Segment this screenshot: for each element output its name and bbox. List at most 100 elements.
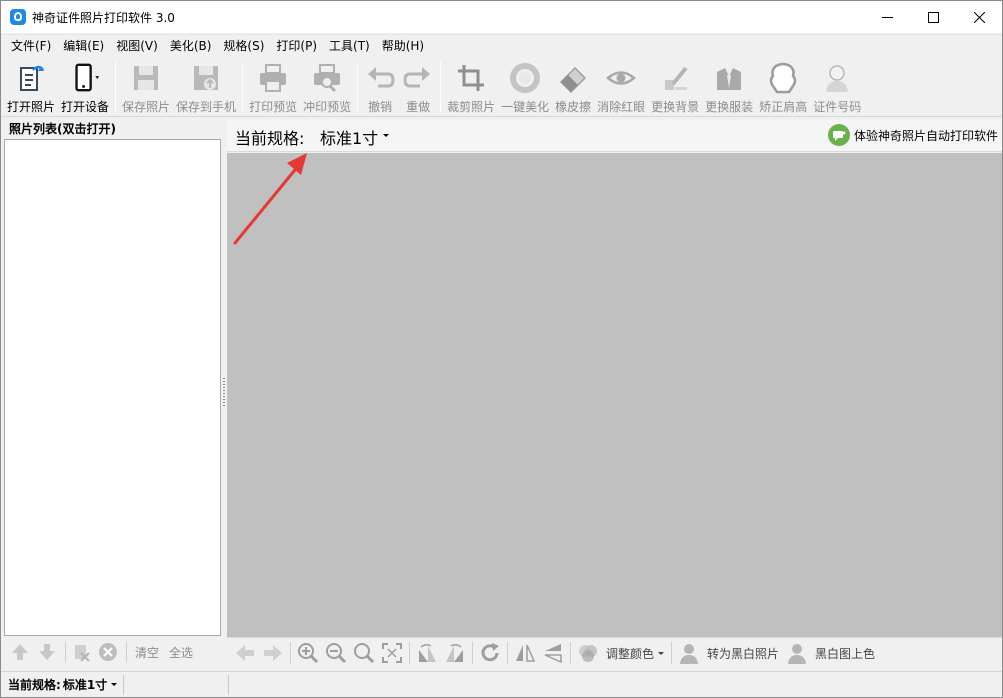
beautify-label: 一键美化 xyxy=(501,100,550,114)
red-eye-label: 消除红眼 xyxy=(597,100,646,114)
save-icon xyxy=(130,62,162,94)
app-window: 神奇证件照片打印软件 3.0 文件(F) 编辑(E) 视图(V) 美化(B) 规… xyxy=(0,0,1003,698)
phone-device-icon xyxy=(69,62,101,94)
rotate-left-button[interactable] xyxy=(415,641,439,665)
status-bar: 当前规格: 标准1寸 xyxy=(1,671,1002,697)
print-preview-button[interactable]: 打印预览 xyxy=(246,58,300,116)
move-up-button[interactable] xyxy=(8,640,32,664)
undo-button[interactable]: 撤销 xyxy=(361,58,399,116)
arrow-down-icon xyxy=(39,644,55,660)
eye-icon xyxy=(605,62,637,94)
menu-help[interactable]: 帮助(H) xyxy=(376,36,430,56)
to-bw-button[interactable]: 转为黑白照片 xyxy=(707,645,779,662)
flip-vertical-button[interactable] xyxy=(541,641,565,665)
rotate-right-button[interactable] xyxy=(443,641,467,665)
shoulder-icon xyxy=(767,62,799,94)
flip-horizontal-button[interactable] xyxy=(513,641,537,665)
select-all-button[interactable]: 全选 xyxy=(169,644,193,661)
menu-view[interactable]: 视图(V) xyxy=(110,36,164,56)
remove-button[interactable] xyxy=(96,640,120,664)
chevron-down-icon[interactable] xyxy=(383,134,389,137)
minimize-button[interactable] xyxy=(864,1,910,33)
flip-vertical-icon xyxy=(544,644,562,664)
next-button[interactable] xyxy=(261,641,285,665)
menu-spec[interactable]: 规格(S) xyxy=(217,36,270,56)
eraser-button[interactable]: 橡皮擦 xyxy=(552,58,594,116)
menu-beautify[interactable]: 美化(B) xyxy=(164,36,218,56)
photo-list-actions: 清空 全选 xyxy=(4,637,221,667)
zoom-in-button[interactable] xyxy=(296,641,320,665)
close-button[interactable] xyxy=(956,1,1002,33)
change-background-button[interactable]: 更换背景 xyxy=(648,58,702,116)
window-title: 神奇证件照片打印软件 3.0 xyxy=(32,10,175,25)
menu-file[interactable]: 文件(F) xyxy=(5,36,57,56)
eraser-icon xyxy=(557,62,589,94)
divider xyxy=(126,641,127,663)
change-background-label: 更换背景 xyxy=(651,100,700,114)
previous-button[interactable] xyxy=(233,641,257,665)
crop-photo-button[interactable]: 裁剪照片 xyxy=(444,58,498,116)
open-device-button[interactable]: 打开设备 xyxy=(58,58,112,116)
id-number-label: 证件号码 xyxy=(813,100,862,114)
adjust-color-button[interactable]: 调整颜色 xyxy=(606,645,654,662)
save-photo-button[interactable]: 保存照片 xyxy=(119,58,173,116)
photo-list[interactable] xyxy=(4,139,221,636)
colorize-button[interactable]: 黑白图上色 xyxy=(815,645,875,662)
fit-screen-button[interactable] xyxy=(380,641,404,665)
rotate-left-icon xyxy=(419,643,436,662)
redo-button[interactable]: 重做 xyxy=(399,58,437,116)
shoulder-correct-button[interactable]: 矫正肩高 xyxy=(756,58,810,116)
divider xyxy=(65,641,66,663)
photo-print-preview-button[interactable]: 冲印预览 xyxy=(300,58,354,116)
suit-icon xyxy=(713,62,745,94)
arrow-left-icon xyxy=(236,645,254,661)
promo-link[interactable]: 体验神奇照片自动打印软件 xyxy=(827,124,998,146)
red-eye-button[interactable]: 消除红眼 xyxy=(594,58,648,116)
chevron-down-icon[interactable] xyxy=(111,683,118,686)
menu-tools[interactable]: 工具(T) xyxy=(323,36,376,56)
background-icon xyxy=(659,62,691,94)
beautify-button[interactable]: 一键美化 xyxy=(498,58,552,116)
delete-file-button[interactable] xyxy=(69,640,93,664)
rotate-right-icon xyxy=(446,643,463,662)
promo-chat-icon xyxy=(827,124,850,146)
menu-print[interactable]: 打印(P) xyxy=(270,36,323,56)
open-photo-label: 打开照片 xyxy=(7,100,56,114)
status-spec-cell: 当前规格: 标准1寸 xyxy=(1,674,125,695)
main-toolbar: 打开照片 打开设备 保存照片 保存到手机 打印预览 冲印预览 撤销 重做 裁剪照… xyxy=(1,58,1002,117)
zoom-out-icon xyxy=(326,643,347,664)
panel-splitter[interactable] xyxy=(222,120,226,668)
rotate-button[interactable] xyxy=(478,641,502,665)
zoom-actual-button[interactable] xyxy=(352,641,376,665)
undo-icon xyxy=(364,62,396,94)
photo-list-header: 照片列表(双击打开) xyxy=(4,120,221,138)
zoom-out-button[interactable] xyxy=(324,641,348,665)
change-clothes-label: 更换服装 xyxy=(705,100,754,114)
divider xyxy=(409,642,410,664)
spec-selector[interactable]: 标准1寸 xyxy=(320,125,378,149)
move-down-button[interactable] xyxy=(35,640,59,664)
toolbar-separator xyxy=(440,62,442,112)
id-number-button[interactable]: 证件号码 xyxy=(810,58,864,116)
menu-bar: 文件(F) 编辑(E) 视图(V) 美化(B) 规格(S) 打印(P) 工具(T… xyxy=(1,34,1002,56)
undo-label: 撤销 xyxy=(368,100,393,114)
close-icon xyxy=(973,11,985,23)
clear-list-button[interactable]: 清空 xyxy=(135,644,159,661)
chevron-down-icon[interactable] xyxy=(658,651,665,655)
shoulder-correct-label: 矫正肩高 xyxy=(759,100,808,114)
save-to-phone-button[interactable]: 保存到手机 xyxy=(173,58,239,116)
change-clothes-button[interactable]: 更换服装 xyxy=(702,58,756,116)
photo-canvas[interactable] xyxy=(227,153,1002,637)
photo-print-preview-label: 冲印预览 xyxy=(303,100,352,114)
bw-person-icon xyxy=(677,641,701,665)
app-logo-icon xyxy=(10,9,26,25)
photo-list-panel: 照片列表(双击打开) 清空 全选 xyxy=(4,120,221,668)
maximize-button[interactable] xyxy=(910,1,956,33)
menu-edit[interactable]: 编辑(E) xyxy=(57,36,110,56)
window-controls xyxy=(864,1,1002,33)
maximize-icon xyxy=(927,11,939,23)
open-photo-button[interactable]: 打开照片 xyxy=(4,58,58,116)
status-spec-label: 当前规格: xyxy=(8,678,61,692)
status-spec-value[interactable]: 标准1寸 xyxy=(63,676,107,693)
title-bar: 神奇证件照片打印软件 3.0 xyxy=(1,1,1002,33)
